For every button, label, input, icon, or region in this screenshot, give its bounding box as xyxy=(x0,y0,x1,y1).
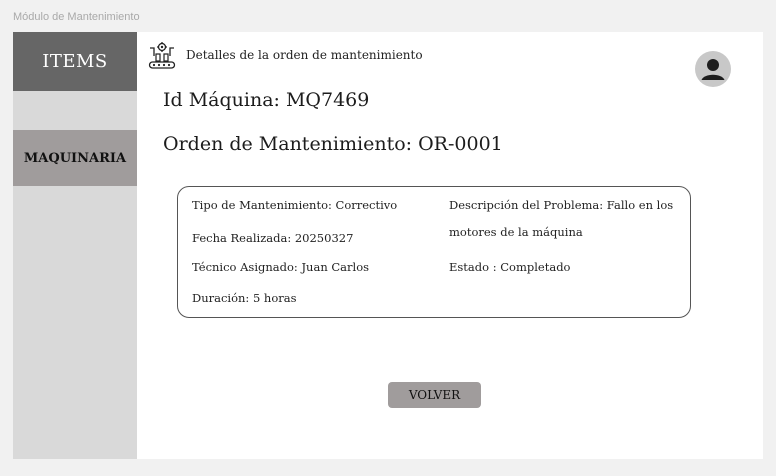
frame-label: Módulo de Mantenimiento xyxy=(13,11,140,23)
machine-id-heading: Id Máquina: MQ7469 xyxy=(163,89,370,111)
maintenance-conveyor-icon xyxy=(148,42,176,69)
status: Estado : Completado xyxy=(449,260,571,274)
details-card: Tipo de Mantenimiento: Correctivo Fecha … xyxy=(177,186,691,318)
back-button[interactable]: VOLVER xyxy=(388,382,481,408)
order-heading: Orden de Mantenimiento: OR-0001 xyxy=(163,133,503,155)
sidebar: ITEMS MAQUINARIA xyxy=(13,32,137,459)
sidebar-item-maquinaria[interactable]: MAQUINARIA xyxy=(13,130,137,186)
problem-description: Descripción del Problema: Fallo en los m… xyxy=(449,198,674,239)
date-performed: Fecha Realizada: 20250327 xyxy=(192,231,354,245)
duration: Duración: 5 horas xyxy=(192,291,297,305)
sidebar-items-header[interactable]: ITEMS xyxy=(13,32,137,91)
maintenance-type: Tipo de Mantenimiento: Correctivo xyxy=(192,198,398,212)
app-frame: ITEMS MAQUINARIA Detalles de la orden de… xyxy=(13,32,763,459)
assigned-technician: Técnico Asignado: Juan Carlos xyxy=(192,260,370,274)
page-title: Detalles de la orden de mantenimiento xyxy=(186,48,423,62)
user-avatar-icon[interactable] xyxy=(695,51,731,87)
